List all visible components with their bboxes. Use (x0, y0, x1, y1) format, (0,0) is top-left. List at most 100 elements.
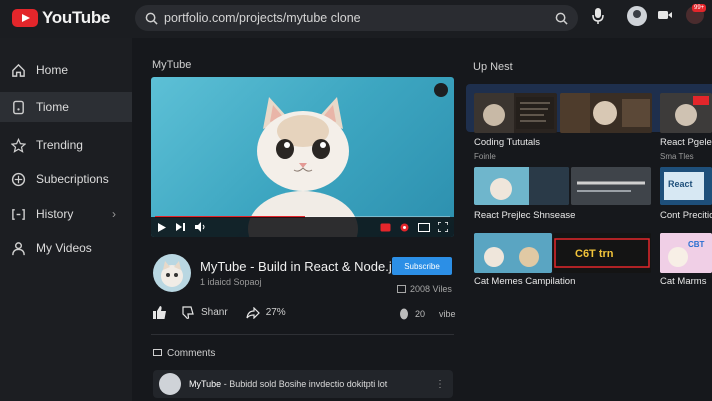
comment-item[interactable]: MyTube - Bubidd sold Bosihe invdectio do… (153, 370, 453, 398)
video-title[interactable]: Coding Tututals (474, 137, 540, 148)
thumbnail[interactable]: React (660, 167, 712, 205)
video-player[interactable] (151, 77, 454, 237)
comment-author: MyTube (189, 379, 222, 389)
video-channel: Foinle (474, 152, 496, 161)
video-channel: Sma Tles (660, 152, 694, 161)
thumbnail[interactable] (474, 233, 552, 273)
phone-icon (13, 100, 24, 114)
history-icon (12, 208, 25, 220)
subscribe-button[interactable]: Subscribe (392, 257, 452, 275)
thumbnail-art: React (660, 167, 712, 205)
page-title: MyTube (152, 59, 192, 71)
video-title[interactable]: Cat Memes Campilation (474, 276, 575, 287)
captions-icon[interactable] (380, 223, 391, 232)
notification-badge: 99+ (692, 4, 707, 12)
more-vert-icon[interactable]: ⋮ (435, 379, 445, 390)
thumb-text: C6T trn (575, 248, 614, 260)
upnext-heading: Up Nest (473, 61, 513, 73)
thumbnail-art (571, 167, 651, 205)
share-label[interactable]: Shanr (201, 307, 228, 318)
miniplayer-icon[interactable] (418, 222, 430, 232)
play-icon[interactable] (157, 222, 167, 233)
thumbnail-art (474, 93, 554, 133)
fullscreen-icon[interactable] (438, 222, 448, 232)
top-bar: YouTube portfolio.com/projects/mytube cl… (0, 0, 712, 38)
sidebar-item-label: Home (36, 63, 69, 77)
thumbnail[interactable] (474, 93, 557, 133)
thumb-text: CBT (688, 240, 705, 249)
sidebar-item-label: Tiome (36, 100, 69, 114)
search-submit-icon[interactable] (555, 12, 568, 25)
player-controls (151, 217, 454, 237)
youtube-logo-icon (12, 9, 38, 27)
vibe-label: vibe (439, 309, 456, 319)
sidebar-item-label: History (36, 207, 74, 221)
volume-icon[interactable] (194, 222, 206, 232)
create-video-icon[interactable] (657, 8, 673, 22)
comment-icon (153, 349, 162, 356)
share-icon[interactable] (246, 306, 260, 319)
comment-avatar (159, 373, 181, 395)
user-videos-icon (12, 241, 25, 255)
thumb-text: React (668, 179, 693, 189)
sidebar-item-history[interactable]: History › (0, 199, 132, 229)
sidebar-item-trending[interactable]: Trending (0, 130, 132, 160)
thumbnail-art: C6T trn (553, 233, 651, 273)
channel-avatar[interactable] (153, 254, 191, 292)
sidebar-item-label: Subecriptions (36, 172, 109, 186)
comment-text: MyTube - Bubidd sold Bosihe invdectio do… (189, 379, 387, 389)
cat-video-frame (248, 97, 358, 237)
search-input[interactable]: portfolio.com/projects/mytube clone (164, 11, 555, 25)
sidebar-item-tiome[interactable]: Tiome (0, 92, 132, 122)
chevron-right-icon[interactable]: › (112, 207, 116, 221)
video-title[interactable]: React Prejlec Shnsease (474, 210, 575, 221)
video-title[interactable]: React Pgelect (660, 137, 712, 148)
account-avatar[interactable] (627, 6, 647, 26)
thumbnail-art (560, 93, 650, 133)
save-icon[interactable] (399, 308, 409, 320)
next-icon[interactable] (175, 222, 186, 232)
thumbnail-art: CBT (660, 233, 712, 273)
dislike-icon[interactable] (181, 306, 195, 319)
thumbnail-art (474, 167, 569, 205)
sidebar-item-label: Trending (36, 138, 83, 152)
microphone-icon[interactable] (592, 8, 604, 25)
video-title[interactable]: Cont Precition (660, 210, 712, 221)
comment-body: - Bubidd sold Bosihe invdectio dokitpti … (223, 379, 388, 389)
view-count: 2008 Viles (397, 284, 452, 294)
sidebar-item-my-videos[interactable]: My Videos (0, 233, 132, 263)
search-icon (145, 12, 158, 25)
search-bar[interactable]: portfolio.com/projects/mytube clone (135, 5, 578, 31)
vibe-count-number: 20 (415, 309, 426, 319)
home-icon (12, 63, 25, 77)
thumbnail[interactable] (560, 93, 652, 133)
thumbnail-art (660, 93, 712, 133)
thumbnail-art (474, 233, 552, 273)
cat-avatar-icon (161, 261, 183, 287)
logo-text: YouTube (42, 8, 111, 27)
comments-heading-text: Comments (167, 348, 216, 359)
like-count: 27% (265, 307, 286, 318)
logo[interactable]: YouTube (12, 8, 110, 28)
vibe-count: 20 vibe (399, 308, 456, 320)
sidebar-item-home[interactable]: Home (0, 55, 132, 85)
sidebar-item-label: My Videos (36, 241, 92, 255)
thumbnail[interactable] (474, 167, 569, 205)
views-icon (397, 285, 406, 293)
comments-heading: Comments (153, 348, 215, 359)
settings-icon[interactable] (399, 222, 410, 233)
video-actions: Shanr 27% (153, 306, 286, 319)
thumbnail[interactable] (660, 93, 712, 133)
video-title[interactable]: Cat Marms (660, 276, 706, 287)
more-options-icon[interactable] (434, 83, 448, 97)
sidebar: Home Tiome Trending Subecriptions Histor… (0, 38, 132, 401)
sidebar-item-subscriptions[interactable]: Subecriptions (0, 164, 132, 194)
star-icon (11, 137, 26, 153)
subscriptions-icon (11, 172, 26, 186)
channel-subtitle: 1 idaicd Sopaoj (200, 277, 262, 287)
thumbnail[interactable]: CBT (660, 233, 712, 273)
thumbnail[interactable] (571, 167, 651, 205)
divider (151, 334, 454, 335)
like-icon[interactable] (153, 306, 167, 319)
thumbnail[interactable]: C6T trn (553, 233, 651, 273)
